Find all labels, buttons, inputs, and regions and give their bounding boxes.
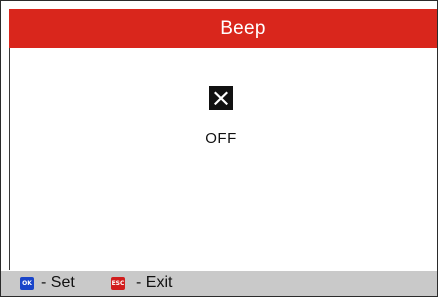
x-box-icon[interactable]	[209, 86, 233, 110]
device-screen: Beep OFF OK - Set ESC - Exit	[0, 0, 438, 297]
ok-key-icon[interactable]: OK	[20, 277, 34, 290]
title-bar: Beep	[9, 9, 437, 48]
exit-hint: - Exit	[136, 274, 173, 291]
set-hint: - Set	[41, 274, 75, 291]
setting-panel	[10, 48, 437, 270]
page-title: Beep	[220, 17, 266, 39]
footer-bar: OK - Set ESC - Exit	[1, 271, 437, 296]
esc-key-icon[interactable]: ESC	[111, 277, 125, 290]
state-label: OFF	[205, 130, 237, 147]
